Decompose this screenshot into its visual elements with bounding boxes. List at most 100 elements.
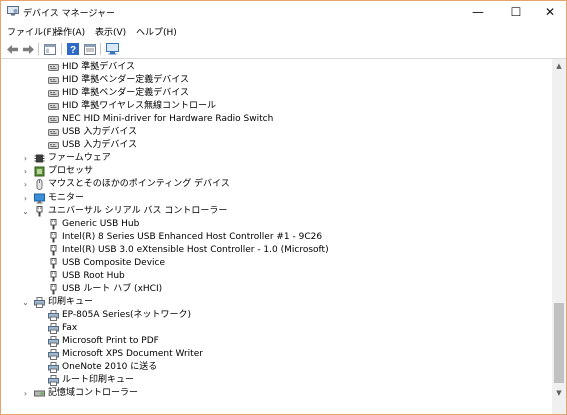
tree-item-label: ユニバーサル シリアル バス コントローラー (48, 205, 228, 216)
update-driver-icon (84, 43, 96, 55)
hid-icon (48, 75, 59, 86)
tree-item-label: モニター (48, 192, 85, 203)
tree-category[interactable]: › 記憶域コントローラー (1, 387, 551, 400)
tree-device[interactable]: Microsoft Print to PDF (1, 335, 551, 348)
tree-device[interactable]: USB 入力デバイス (1, 139, 551, 152)
menu-action[interactable]: 操作(A) (54, 25, 85, 38)
scroll-up-arrow-icon: ▲ (556, 62, 562, 70)
close-button[interactable]: ✕ (533, 1, 566, 23)
forward-button[interactable] (20, 41, 36, 57)
usb-icon (48, 231, 59, 243)
menu-file[interactable]: ファイル(F) (7, 25, 55, 38)
tree-device[interactable]: HID 準拠ワイヤレス無線コントロール (1, 100, 551, 113)
tree-item-label: USB Root Hub (62, 270, 125, 281)
scroll-up-button[interactable]: ▲ (552, 59, 566, 73)
printer-icon (48, 349, 59, 361)
mouse-icon (34, 179, 45, 191)
toolbar-separator (61, 43, 62, 55)
tree-item-label: Generic USB Hub (62, 218, 140, 229)
hid-icon (48, 140, 59, 151)
tree-item-label: ルート印刷キュー (62, 375, 135, 386)
expand-chevron-icon[interactable]: › (21, 193, 30, 204)
tree-item-label: Microsoft Print to PDF (62, 336, 159, 347)
tree-item-label: USB 入力デバイス (62, 140, 138, 151)
svg-text:?: ? (70, 45, 76, 55)
collapse-chevron-icon[interactable]: ⌄ (21, 297, 30, 308)
close-icon: ✕ (544, 5, 556, 19)
hid-icon (48, 114, 59, 125)
menu-view[interactable]: 表示(V) (95, 25, 126, 38)
tree-device[interactable]: Generic USB Hub (1, 218, 551, 231)
minimize-icon: — (472, 5, 484, 19)
tree-item-label: USB 入力デバイス (62, 127, 138, 138)
tree-device[interactable]: Intel(R) USB 3.0 eXtensible Host Control… (1, 244, 551, 257)
tree-device[interactable]: OneNote 2010 に送る (1, 361, 551, 374)
scan-hardware-button[interactable] (104, 41, 120, 57)
properties-window-icon (44, 43, 56, 55)
tree-device[interactable]: ルート印刷キュー (1, 374, 551, 387)
expand-chevron-icon[interactable]: › (21, 179, 30, 190)
tree-device[interactable]: NEC HID Mini-driver for Hardware Radio S… (1, 113, 551, 126)
tree-item-label: HID 準拠デバイス (62, 62, 135, 72)
tree-category[interactable]: › ファームウェア (1, 152, 551, 165)
back-arrow-icon (6, 44, 18, 54)
scroll-down-button[interactable]: ▼ (552, 386, 566, 400)
toolbar: ? (1, 40, 566, 59)
tree-item-label: 印刷キュー (48, 296, 94, 307)
vertical-scrollbar[interactable]: ▲ ▼ (552, 59, 566, 414)
help-button[interactable]: ? (65, 41, 81, 57)
tree-category[interactable]: › プロセッサ (1, 165, 551, 178)
usb-icon (48, 283, 59, 295)
tree-category[interactable]: › モニター (1, 192, 551, 205)
tree-category[interactable]: › マウスとそのほかのポインティング デバイス (1, 178, 551, 191)
tree-category[interactable]: ⌄ 印刷キュー (1, 296, 551, 309)
tree-device[interactable]: USB Composite Device (1, 257, 551, 270)
expand-chevron-icon[interactable]: › (21, 153, 30, 164)
tree-device[interactable]: Fax (1, 322, 551, 335)
tree-item-label: HID 準拠ワイヤレス無線コントロール (62, 101, 216, 112)
toolbar-separator (100, 43, 101, 55)
tree-device[interactable]: HID 準拠ベンダー定義デバイス (1, 74, 551, 87)
tree-device[interactable]: Intel(R) 8 Series USB Enhanced Host Cont… (1, 231, 551, 244)
printer-icon (48, 336, 59, 348)
printer-icon (48, 323, 59, 334)
tree-device[interactable]: USB 入力デバイス (1, 126, 551, 139)
tree-device[interactable]: USB Root Hub (1, 270, 551, 283)
tree-device[interactable]: USB ルート ハブ (xHCI) (1, 283, 551, 296)
menu-help[interactable]: ヘルプ(H) (136, 25, 177, 38)
forward-arrow-icon (22, 44, 34, 54)
scan-hardware-icon (105, 43, 119, 55)
device-tree[interactable]: HID 準拠デバイス HID 準拠ベンダー定義デバイス HID 準拠ベンダー定義デバ… (1, 59, 551, 414)
usb-icon (48, 218, 59, 230)
storage-controller-icon (34, 388, 45, 399)
tree-item-label: USB ルート ハブ (xHCI) (62, 283, 163, 294)
tree-device[interactable]: HID 準拠ベンダー定義デバイス (1, 87, 551, 100)
expand-chevron-icon[interactable]: › (21, 388, 30, 399)
tree-item-label: HID 準拠ベンダー定義デバイス (62, 75, 189, 86)
monitor-icon (34, 193, 45, 204)
usb-icon (34, 205, 45, 217)
usb-icon (48, 244, 59, 256)
expand-chevron-icon[interactable]: › (21, 166, 30, 177)
update-driver-button[interactable] (82, 41, 98, 57)
tree-device[interactable]: EP-805A Series(ネットワーク) (1, 309, 551, 322)
tree-item-label: Microsoft XPS Document Writer (62, 349, 203, 360)
tree-item-label: ファームウェア (48, 153, 111, 164)
maximize-button[interactable]: ☐ (499, 1, 533, 23)
title-bar[interactable]: デバイス マネージャー — ☐ ✕ (1, 1, 566, 23)
tree-device[interactable]: HID 準拠デバイス (1, 61, 551, 74)
collapse-chevron-icon[interactable]: ⌄ (21, 206, 30, 217)
tree-category[interactable]: ⌄ ユニバーサル シリアル バス コントローラー (1, 205, 551, 218)
tree-item-label: HID 準拠ベンダー定義デバイス (62, 88, 189, 99)
hid-icon (48, 127, 59, 138)
usb-icon (48, 257, 59, 269)
tree-item-label: プロセッサ (48, 166, 94, 177)
back-button[interactable] (4, 41, 20, 57)
hid-icon (48, 101, 59, 112)
minimize-button[interactable]: — (461, 1, 495, 23)
tree-item-label: Intel(R) 8 Series USB Enhanced Host Cont… (62, 231, 323, 242)
properties-button[interactable] (42, 41, 58, 57)
firmware-icon (34, 153, 45, 164)
tree-device[interactable]: Microsoft XPS Document Writer (1, 348, 551, 361)
scrollbar-thumb[interactable] (554, 303, 564, 383)
